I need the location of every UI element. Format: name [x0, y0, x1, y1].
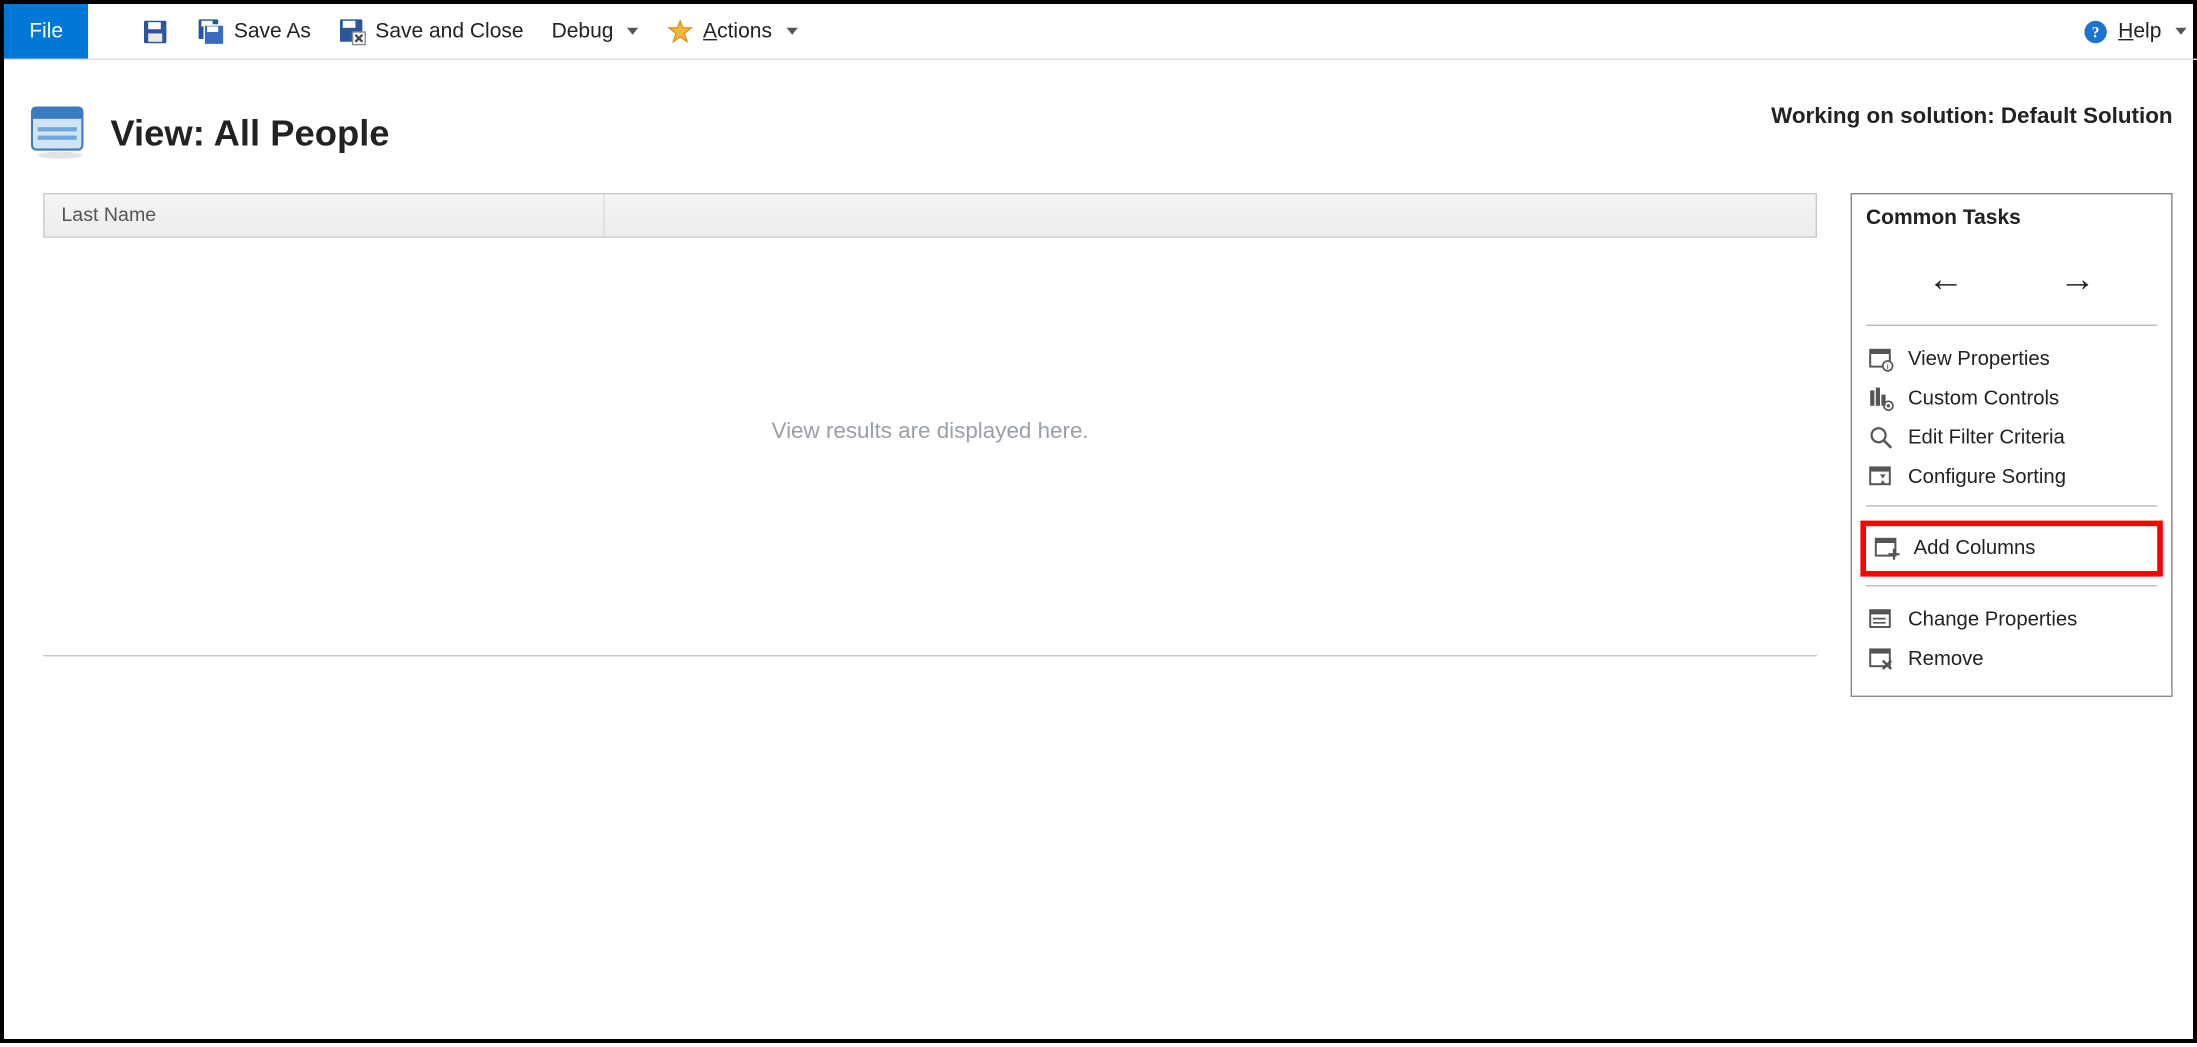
svg-text:i: i — [1887, 364, 1889, 371]
remove-icon — [1869, 647, 1894, 672]
actions-label: Actions — [703, 19, 772, 43]
solution-label: Working on solution: Default Solution — [1771, 99, 2172, 130]
page-header: View: All People Working on solution: De… — [4, 60, 2197, 193]
configure-sorting-link[interactable]: Configure Sorting — [1866, 458, 2157, 497]
custom-controls-link[interactable]: Custom Controls — [1866, 379, 2157, 418]
caret-down-icon — [627, 28, 638, 35]
grid-placeholder: View results are displayed here. — [43, 238, 1817, 655]
custom-controls-icon — [1869, 386, 1894, 411]
view-properties-link[interactable]: i View Properties — [1866, 340, 2157, 379]
view-properties-icon: i — [1869, 347, 1894, 372]
change-properties-label: Change Properties — [1908, 609, 2077, 631]
search-icon — [1869, 425, 1894, 450]
caret-down-icon — [786, 28, 797, 35]
add-columns-icon — [1874, 536, 1899, 561]
tasks-title: Common Tasks — [1866, 206, 2157, 235]
change-properties-icon — [1869, 607, 1894, 632]
save-button[interactable] — [127, 4, 183, 59]
toolbar: File Save As Save and Close Debug — [4, 4, 2197, 60]
actions-star-icon — [667, 17, 695, 45]
debug-label: Debug — [552, 19, 614, 43]
common-tasks-panel: Common Tasks ← → i View Properties Custo… — [1851, 193, 2173, 697]
grid-header-row: Last Name — [43, 193, 1817, 238]
column-header-last-name[interactable]: Last Name — [45, 194, 605, 236]
page-title: View: All People — [110, 112, 389, 155]
help-icon: ? — [2082, 17, 2110, 45]
save-as-button[interactable]: Save As — [183, 4, 324, 59]
view-properties-label: View Properties — [1908, 348, 2050, 370]
sort-icon — [1869, 465, 1894, 490]
file-label: File — [29, 19, 63, 43]
view-grid: Last Name View results are displayed her… — [43, 193, 1817, 656]
save-as-icon — [197, 17, 225, 45]
view-icon — [29, 99, 91, 168]
add-columns-highlight: Add Columns — [1860, 521, 2162, 577]
actions-menu[interactable]: Actions — [653, 4, 811, 59]
add-columns-label: Add Columns — [1914, 537, 2036, 559]
add-columns-link[interactable]: Add Columns — [1869, 529, 2155, 568]
save-and-close-button[interactable]: Save and Close — [325, 4, 538, 59]
nav-forward-button[interactable]: → — [2059, 260, 2095, 296]
save-as-label: Save As — [234, 19, 311, 43]
remove-link[interactable]: Remove — [1866, 640, 2157, 679]
help-menu[interactable]: ? Help — [2068, 4, 2197, 59]
debug-menu[interactable]: Debug — [538, 4, 653, 59]
edit-filter-criteria-link[interactable]: Edit Filter Criteria — [1866, 418, 2157, 457]
custom-controls-label: Custom Controls — [1908, 388, 2059, 410]
change-properties-link[interactable]: Change Properties — [1866, 600, 2157, 639]
edit-filter-label: Edit Filter Criteria — [1908, 427, 2065, 449]
caret-down-icon — [2175, 28, 2186, 35]
column-header-empty[interactable] — [605, 194, 1816, 236]
save-close-label: Save and Close — [375, 19, 523, 43]
nav-back-button[interactable]: ← — [1928, 260, 1964, 296]
remove-label: Remove — [1908, 648, 1984, 670]
file-menu-button[interactable]: File — [4, 4, 88, 59]
help-label: Help — [2118, 19, 2161, 43]
configure-sorting-label: Configure Sorting — [1908, 466, 2066, 488]
save-icon — [141, 17, 169, 45]
save-close-icon — [339, 17, 367, 45]
svg-text:?: ? — [2092, 24, 2100, 41]
